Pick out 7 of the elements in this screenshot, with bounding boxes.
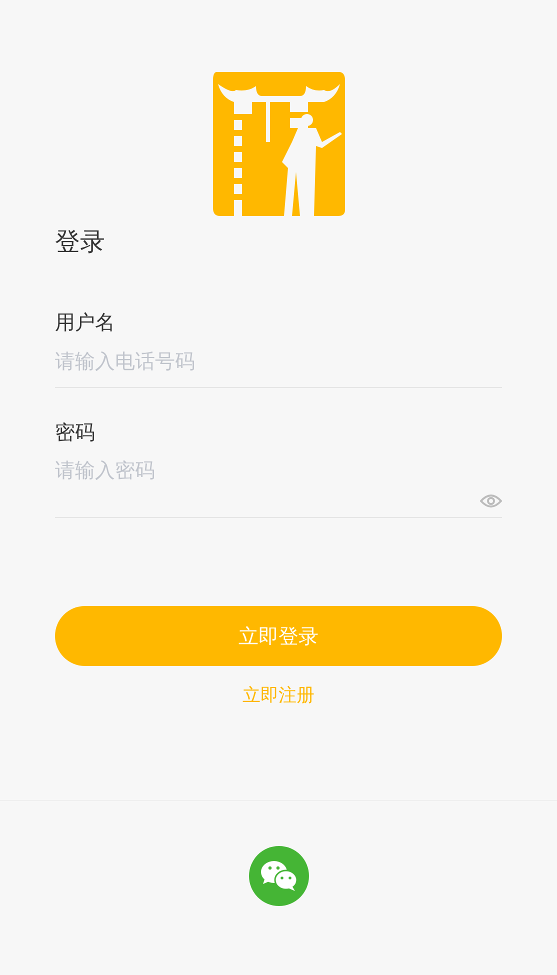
login-button[interactable]: 立即登录 <box>55 606 502 666</box>
eye-icon[interactable] <box>480 494 502 508</box>
field-label: 用户名 <box>55 312 116 332</box>
page-title: 登录 <box>55 229 106 254</box>
wechat-icon[interactable] <box>248 846 308 906</box>
register-link[interactable]: 立即注册 <box>242 682 314 709</box>
field-label: 密码 <box>55 422 96 442</box>
